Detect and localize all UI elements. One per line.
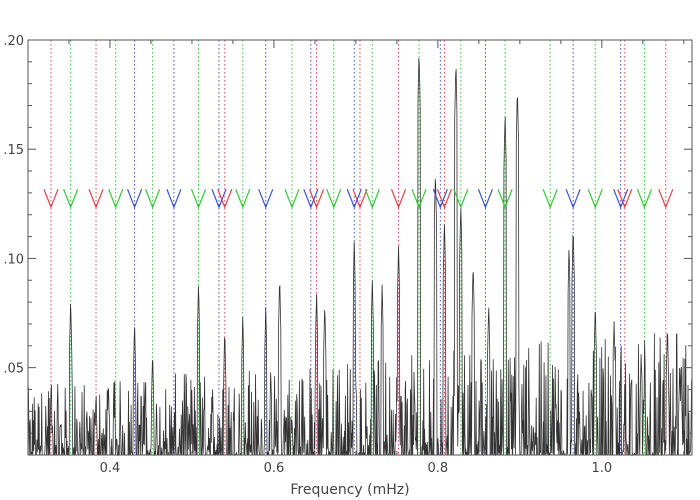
x-tick-label: 0.4 xyxy=(100,461,121,476)
y-tick-label: .10 xyxy=(3,252,24,267)
mode-marker-glyphs xyxy=(43,189,674,209)
y-tick-label: .15 xyxy=(3,143,24,158)
x-tick-label: 0.6 xyxy=(264,461,285,476)
x-axis-ticks: 0.4 0.6 0.8 1.0 xyxy=(27,40,685,476)
y-tick-label: .20 xyxy=(3,34,24,49)
power-spectrum-chart: 0.4 0.6 0.8 1.0 .05 .10 .15 .20 Frequency (mHz… xyxy=(3,34,693,498)
x-tick-label: 0.8 xyxy=(428,461,449,476)
x-axis-label: Frequency (mHz) xyxy=(290,482,409,498)
y-tick-label: .05 xyxy=(3,362,24,377)
x-tick-label: 1.0 xyxy=(591,461,612,476)
